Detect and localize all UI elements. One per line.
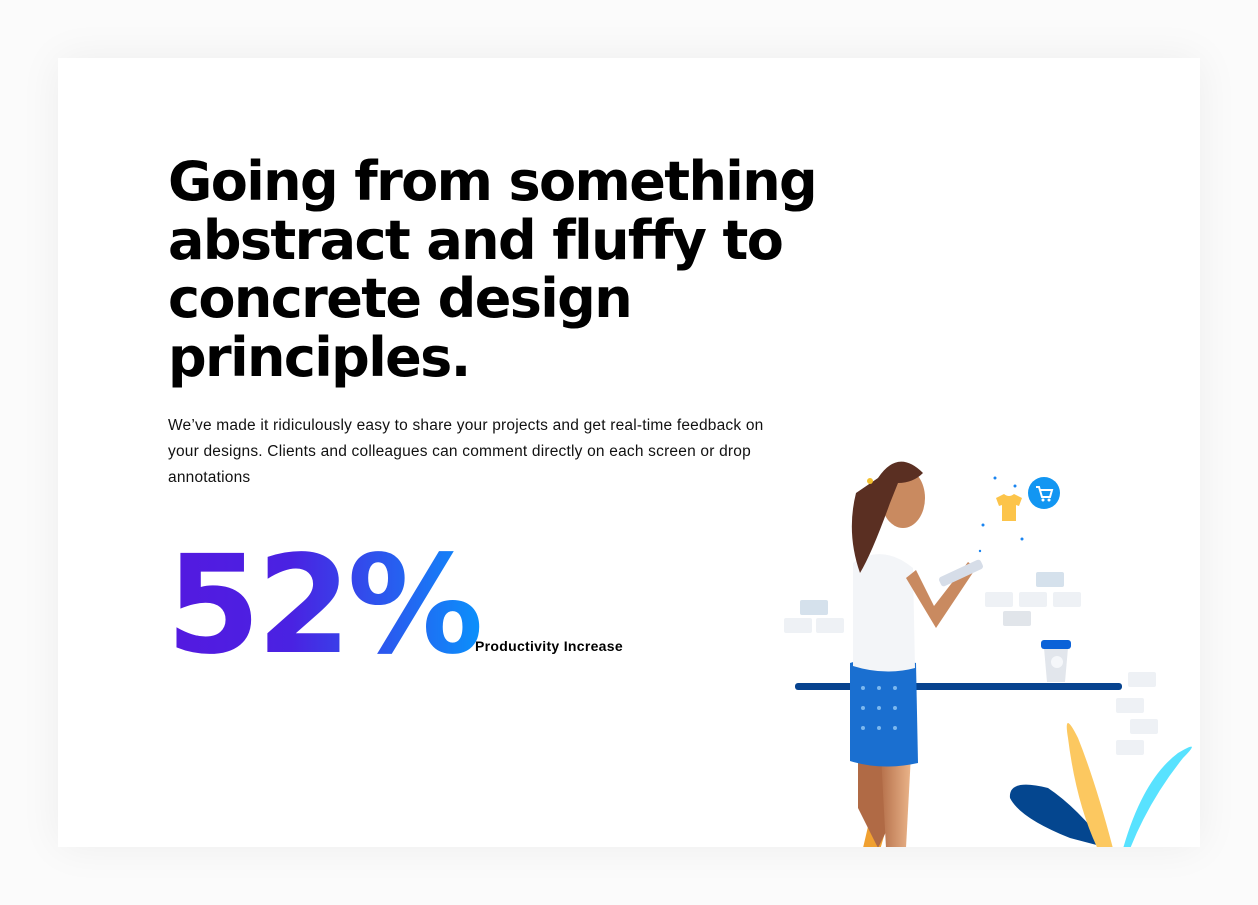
sparkles (978, 476, 1024, 553)
tshirt-icon (996, 494, 1022, 521)
description: We’ve made it ridiculously easy to share… (168, 417, 764, 486)
coffee-cup (1041, 640, 1071, 682)
woman-with-tablet-illustration (784, 461, 1192, 847)
shopping-cart-icon (1028, 477, 1060, 509)
page-title: Going from something abstract and fluffy… (168, 150, 818, 389)
wall-bricks (784, 572, 1158, 755)
plant (1009, 723, 1192, 847)
table (795, 683, 1122, 690)
stat-value: 52% (166, 527, 484, 685)
woman (850, 461, 983, 847)
stat-label: Productivity Increase (475, 638, 623, 654)
content-card: Going from something abstract and fluffy… (58, 58, 1200, 847)
